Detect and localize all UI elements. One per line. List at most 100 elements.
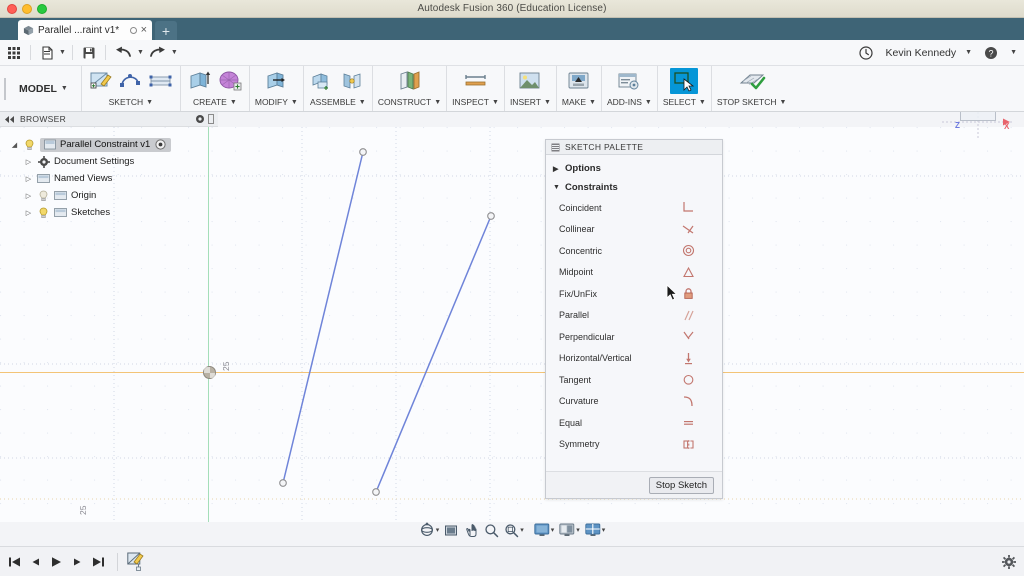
grid-snap-caret-icon[interactable]: ▾ (576, 526, 580, 534)
nav-pan[interactable] (463, 523, 480, 538)
constraint-equal[interactable]: Equal (546, 412, 722, 434)
ribbon-group-construct-label[interactable]: CONSTRUCT ▼ (378, 97, 441, 107)
3d-print-icon[interactable] (565, 68, 593, 94)
user-menu-caret-icon[interactable]: ▼ (965, 49, 972, 56)
constraint-midpoint[interactable]: Midpoint (546, 262, 722, 284)
new-component-icon[interactable] (309, 68, 337, 94)
ribbon-group-insert-label[interactable]: INSERT ▼ (510, 97, 551, 107)
ribbon-group-sketch-label[interactable]: SKETCH ▼ (109, 97, 153, 107)
sketch-feature-icon[interactable] (127, 552, 145, 572)
ribbon-group-assemble-label[interactable]: ASSEMBLE ▼ (310, 97, 366, 107)
new-file-caret-icon[interactable]: ▼ (59, 49, 66, 56)
orbit-caret-icon[interactable]: ▾ (436, 526, 440, 534)
ribbon-group-select-label[interactable]: SELECT ▼ (663, 97, 706, 107)
play-back-icon[interactable] (50, 556, 63, 568)
display-settings-caret-icon[interactable]: ▾ (551, 526, 555, 534)
constraint-perpendicular[interactable]: Perpendicular (546, 326, 722, 348)
user-name-label[interactable]: Kevin Kennedy (885, 47, 956, 59)
browser-header-actions[interactable] (195, 114, 214, 124)
expand-arrow-icon[interactable]: ◢ (10, 141, 19, 149)
ribbon-group-stop-sketch-label[interactable]: STOP SKETCH ▼ (717, 97, 787, 107)
tree-item-origin[interactable]: ▷ Origin (0, 187, 218, 204)
constraint-coincident[interactable]: Coincident (546, 197, 722, 219)
minimize-window-button[interactable] (22, 4, 32, 14)
nav-look-at[interactable] (443, 523, 460, 538)
tree-item-sketches[interactable]: ▷ Sketches (0, 204, 218, 221)
palette-grip-icon[interactable] (551, 143, 560, 152)
press-pull-icon[interactable] (262, 68, 290, 94)
expand-arrow-icon[interactable]: ▷ (24, 192, 33, 200)
close-tab-icon[interactable]: × (141, 24, 147, 36)
step-forward-icon[interactable] (72, 556, 83, 568)
ribbon-group-make-label[interactable]: MAKE ▼ (562, 97, 596, 107)
palette-section-constraints[interactable]: ▼ Constraints (546, 178, 722, 197)
activate-component-radio-icon[interactable] (154, 139, 167, 151)
tree-item-root-component[interactable]: ◢ Parallel Constraint v1 (0, 136, 218, 153)
go-to-beginning-icon[interactable] (8, 556, 21, 568)
select-arrow-icon[interactable] (670, 68, 699, 94)
tree-item-document-settings[interactable]: ▷ Document Settings (0, 153, 218, 170)
light-bulb-icon[interactable] (37, 190, 50, 202)
nav-orbit[interactable]: ▾ (418, 522, 441, 538)
ribbon-group-modify-label[interactable]: MODIFY ▼ (255, 97, 298, 107)
measure-icon[interactable] (462, 68, 490, 94)
constraint-fix-unfix[interactable]: Fix/UnFix (546, 283, 722, 305)
create-sketch-icon[interactable] (87, 68, 115, 94)
job-status-icon[interactable] (856, 42, 876, 64)
constraint-collinear[interactable]: Collinear (546, 219, 722, 241)
constraint-symmetry[interactable]: Symmetry (546, 434, 722, 456)
document-tab[interactable]: Parallel ...raint v1* × (18, 20, 152, 40)
expand-arrow-icon[interactable]: ▷ (24, 158, 33, 166)
nav-viewports[interactable]: ▾ (584, 523, 607, 537)
step-back-icon[interactable] (30, 556, 41, 568)
mesh-create-icon[interactable] (216, 68, 244, 94)
viewports-caret-icon[interactable]: ▾ (602, 526, 606, 534)
constraint-parallel[interactable]: Parallel (546, 305, 722, 327)
constraint-concentric[interactable]: Concentric (546, 240, 722, 262)
help-caret-icon[interactable]: ▼ (1010, 49, 1017, 56)
joint-icon[interactable] (339, 68, 367, 94)
palette-section-options[interactable]: ▶ Options (546, 159, 722, 178)
stop-sketch-button[interactable]: Stop Sketch (648, 476, 714, 494)
expand-arrow-icon[interactable]: ▷ (24, 175, 33, 183)
redo-icon[interactable] (146, 42, 169, 64)
new-file-icon[interactable] (37, 42, 57, 64)
constraint-curvature[interactable]: Curvature (546, 391, 722, 413)
constraint-horizontal-vertical[interactable]: Horizontal/Vertical (546, 348, 722, 370)
ribbon-grip-icon[interactable] (0, 66, 9, 111)
collapse-left-icon[interactable] (4, 115, 15, 124)
traffic-lights[interactable] (7, 4, 47, 14)
close-window-button[interactable] (7, 4, 17, 14)
light-bulb-icon[interactable] (23, 139, 36, 151)
nav-display-settings[interactable]: ▾ (533, 523, 556, 537)
save-icon[interactable] (79, 42, 99, 64)
ribbon-group-create-label[interactable]: CREATE ▼ (193, 97, 237, 107)
tree-root-selected-chip[interactable]: Parallel Constraint v1 (40, 137, 172, 152)
redo-caret-icon[interactable]: ▼ (171, 49, 178, 56)
undo-icon[interactable] (112, 42, 135, 64)
new-tab-button[interactable]: + (155, 21, 177, 40)
workspace-switcher[interactable]: MODEL ▼ (9, 66, 82, 111)
app-grid-icon[interactable] (4, 42, 24, 64)
light-bulb-icon[interactable] (37, 207, 50, 219)
ribbon-group-addins-label[interactable]: ADD-INS ▼ (607, 97, 652, 107)
ribbon-group-inspect-label[interactable]: INSPECT ▼ (452, 97, 499, 107)
finish-sketch-icon[interactable] (738, 68, 766, 94)
spline-icon[interactable] (117, 68, 145, 94)
nav-zoom-window[interactable]: ▾ (503, 523, 525, 538)
nav-zoom[interactable] (483, 523, 500, 538)
help-icon[interactable]: ? (981, 42, 1001, 64)
offset-plane-icon[interactable] (396, 68, 424, 94)
sketch-dimension-icon[interactable] (147, 68, 175, 94)
extrude-icon[interactable] (186, 68, 214, 94)
zoom-window-button[interactable] (37, 4, 47, 14)
go-to-end-icon[interactable] (92, 556, 105, 568)
sketch-palette-header[interactable]: SKETCH PALETTE (546, 140, 722, 155)
tree-item-named-views[interactable]: ▷ Named Views (0, 170, 218, 187)
constraint-tangent[interactable]: Tangent (546, 369, 722, 391)
nav-grid-snap[interactable]: ▾ (558, 523, 581, 537)
insert-image-icon[interactable] (516, 68, 544, 94)
addins-icon[interactable] (615, 68, 643, 94)
timeline-settings-icon[interactable] (1002, 554, 1016, 569)
expand-arrow-icon[interactable]: ▷ (24, 209, 33, 217)
